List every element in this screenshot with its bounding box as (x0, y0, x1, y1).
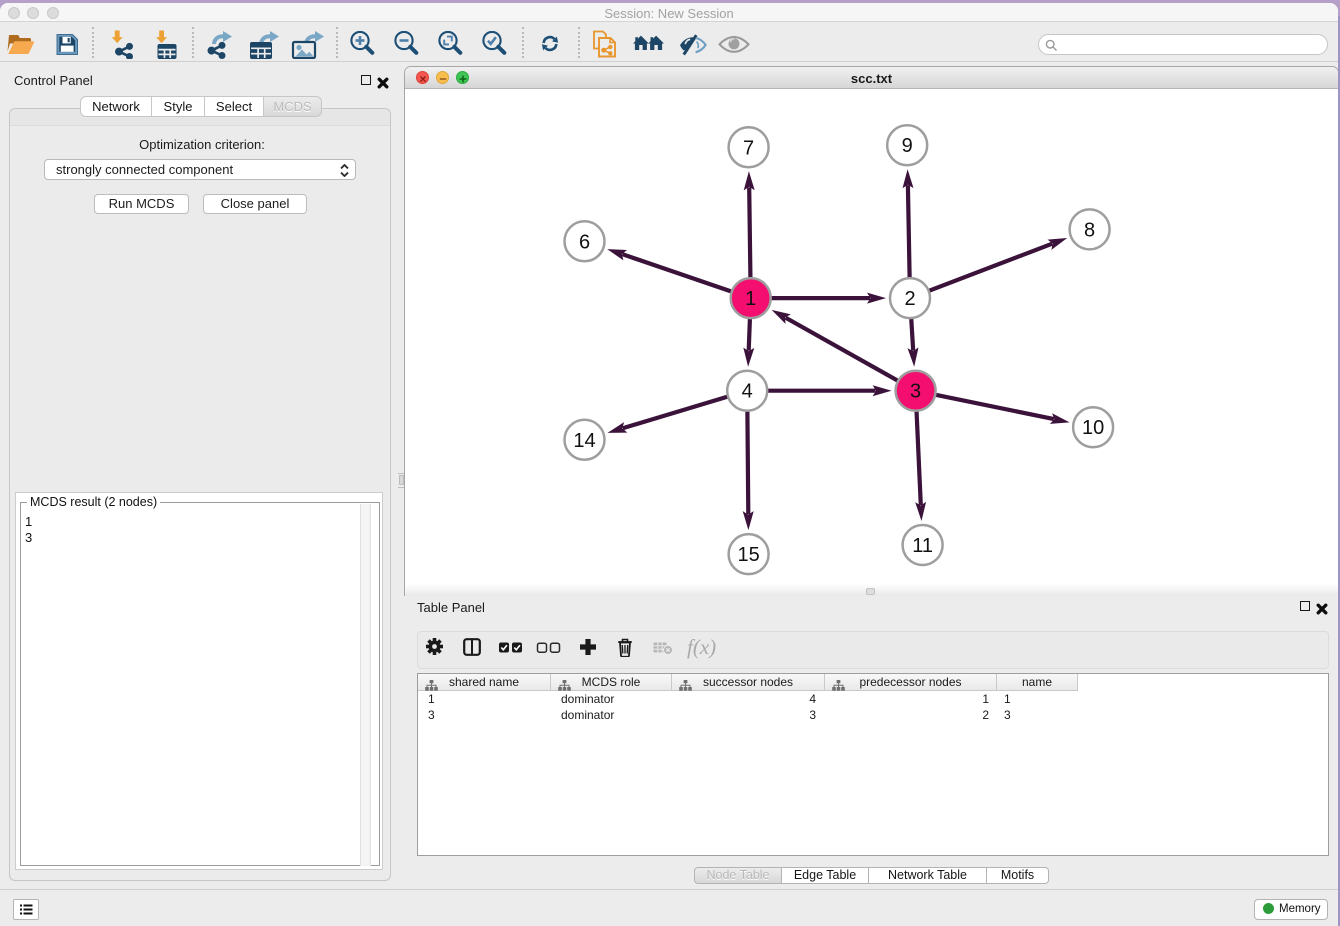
svg-text:14: 14 (573, 430, 595, 452)
svg-text:7: 7 (743, 137, 754, 159)
svg-text:15: 15 (737, 544, 759, 566)
svg-text:2: 2 (904, 288, 915, 310)
svg-text:11: 11 (912, 535, 933, 557)
svg-text:1: 1 (745, 288, 756, 310)
svg-text:3: 3 (910, 381, 921, 403)
svg-text:10: 10 (1082, 417, 1104, 439)
svg-text:9: 9 (902, 135, 913, 157)
svg-text:8: 8 (1084, 219, 1095, 241)
svg-text:4: 4 (742, 381, 753, 403)
svg-text:6: 6 (579, 231, 590, 253)
